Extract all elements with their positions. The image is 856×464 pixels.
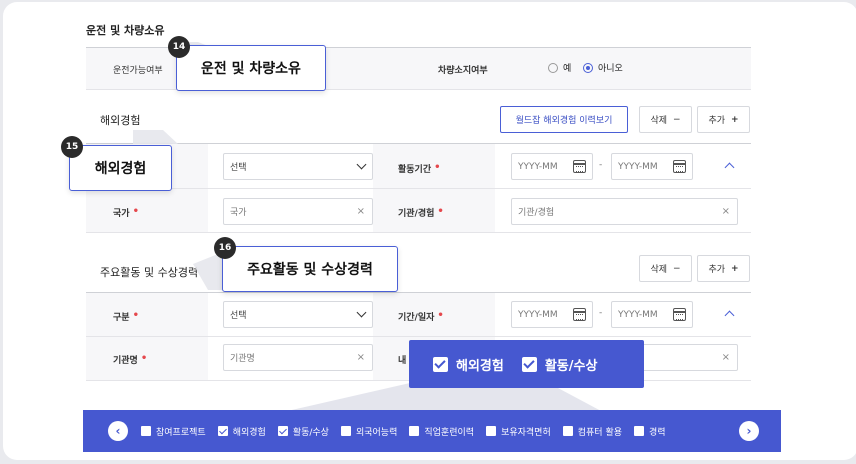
- section-chip[interactable]: 컴퓨터 활용: [562, 425, 623, 438]
- callout-activity: 주요활동 및 수상경력: [222, 246, 398, 292]
- selected-sections-popup: 해외경험 활동/수상: [409, 340, 644, 388]
- checkbox-icon[interactable]: [634, 426, 645, 436]
- checkbox-checked-icon[interactable]: [217, 426, 228, 436]
- prev-arrow-button[interactable]: ‹: [108, 421, 128, 441]
- checkbox-icon[interactable]: [340, 426, 351, 436]
- section-chip[interactable]: 직업훈련이력: [409, 425, 474, 438]
- callout-overseas: 해외경험: [69, 145, 172, 191]
- checkbox-icon[interactable]: [486, 426, 497, 436]
- section-chip[interactable]: 참여프로젝트: [141, 425, 206, 438]
- section-selector-bar: ‹ 참여프로젝트 해외경험 활동/수상 외국어능력 직업훈련이력 보유자격면허 컴퓨터 활용…: [83, 410, 781, 452]
- section-chip-label: 활동/수상: [292, 427, 329, 438]
- section-chip-label: 경력: [649, 427, 666, 438]
- section-chip[interactable]: 외국어능력: [340, 425, 398, 438]
- callout-number-14: 14: [168, 36, 190, 58]
- checkbox-icon[interactable]: [141, 426, 151, 436]
- section-chip-label: 해외경험: [232, 427, 266, 438]
- section-chip[interactable]: 경력: [634, 425, 666, 438]
- resume-form-card: 운전 및 차량소유 운전가능여부 차량소지여부 예 아니오 해외경험 월드잡 해…: [3, 2, 856, 460]
- popup-item-label: 활동/수상: [544, 358, 598, 374]
- checkbox-checked-icon[interactable]: [277, 426, 288, 436]
- section-chip-label: 참여프로젝트: [156, 427, 206, 438]
- checkbox-checked-icon[interactable]: [521, 356, 537, 372]
- section-chip-label: 컴퓨터 활용: [577, 427, 623, 438]
- section-chip[interactable]: 활동/수상: [277, 425, 329, 438]
- checkbox-icon[interactable]: [409, 426, 420, 436]
- popup-item-label: 해외경험: [456, 358, 504, 374]
- checkbox-checked-icon[interactable]: [433, 356, 448, 372]
- section-chip-label: 직업훈련이력: [424, 427, 475, 438]
- checkbox-icon[interactable]: [562, 426, 573, 436]
- popup-item-overseas[interactable]: 해외경험: [433, 355, 504, 374]
- callout-number-15: 15: [61, 136, 83, 158]
- next-arrow-button[interactable]: ›: [739, 421, 759, 441]
- callout-number-16: 16: [214, 237, 236, 259]
- callout-shadows: [133, 42, 603, 412]
- section-chip-label: 보유자격면허: [501, 427, 551, 438]
- section-chip[interactable]: 해외경험: [217, 425, 266, 438]
- popup-item-activity[interactable]: 활동/수상: [521, 355, 598, 374]
- callout-driving: 운전 및 차량소유: [176, 45, 326, 91]
- section-chip-label: 외국어능력: [355, 427, 398, 438]
- section-chip[interactable]: 보유자격면허: [486, 425, 551, 438]
- section-chips: 참여프로젝트 해외경험 활동/수상 외국어능력 직업훈련이력 보유자격면허 컴퓨터 활용 경력: [141, 410, 678, 452]
